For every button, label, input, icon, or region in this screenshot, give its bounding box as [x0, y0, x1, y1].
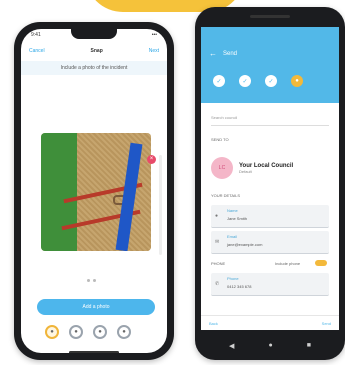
- iphone-screen: 9:41 ••• Cancel Snap Next Include a phot…: [21, 29, 167, 353]
- details-section-label: YOUR DETAILS: [211, 193, 241, 198]
- phone-toggle[interactable]: [315, 260, 327, 266]
- location-step-icon[interactable]: ●: [69, 325, 83, 339]
- page-indicator: [87, 279, 96, 282]
- step-complete-icon[interactable]: ✓: [239, 75, 251, 87]
- step-complete-icon[interactable]: ✓: [265, 75, 277, 87]
- name-field[interactable]: ● Name Jane Smith: [211, 205, 329, 228]
- phone-field[interactable]: ✆ Phone 0412 345 678: [211, 273, 329, 296]
- phone-toggle-label: Include phone: [275, 261, 301, 266]
- status-time: 9:41: [31, 32, 41, 38]
- bottom-action-bar: Back Send: [201, 315, 339, 330]
- incident-photo[interactable]: [41, 133, 151, 251]
- phone-label: Phone: [227, 276, 239, 281]
- status-icons: •••: [151, 32, 157, 38]
- ios-status-bar: 9:41 •••: [31, 32, 157, 38]
- person-icon: ●: [215, 213, 219, 219]
- council-card[interactable]: LC Your Local Council Default: [211, 155, 329, 181]
- photo-prompt-banner: Include a photo of the incident: [21, 61, 167, 75]
- email-label: Email: [227, 234, 238, 239]
- back-arrow-icon[interactable]: ←: [209, 49, 217, 58]
- send-button[interactable]: Send: [322, 321, 331, 326]
- app-bar: ← Send ✓ ✓ ✓ ●: [201, 27, 339, 103]
- camera-step-icon[interactable]: ●: [45, 325, 59, 339]
- page-dot: [93, 279, 96, 282]
- phone-icon: ✆: [215, 281, 220, 287]
- phone-value: 0412 345 678: [227, 284, 252, 289]
- nav-title: Snap: [90, 48, 103, 54]
- screen-title: Send: [223, 51, 238, 57]
- name-label: Name: [227, 208, 238, 213]
- council-avatar: LC: [211, 157, 233, 179]
- android-step-indicator: ✓ ✓ ✓ ●: [213, 75, 303, 87]
- home-indicator: [69, 351, 119, 353]
- recipient-section-label: SEND TO: [211, 137, 229, 142]
- nav-recents-icon[interactable]: ■: [307, 342, 311, 350]
- step-current-icon[interactable]: ●: [291, 75, 303, 87]
- email-field[interactable]: ✉ Email jane@example.com: [211, 231, 329, 254]
- android-speaker: [250, 15, 290, 18]
- ios-step-indicator: ● ● ● ●: [45, 325, 131, 339]
- android-device: ← Send ✓ ✓ ✓ ● Search council SEND TO LC…: [195, 7, 345, 360]
- android-screen: ← Send ✓ ✓ ✓ ● Search council SEND TO LC…: [201, 27, 339, 330]
- council-name: Your Local Council: [239, 162, 294, 169]
- photo-scrollbar[interactable]: [159, 155, 162, 255]
- council-search-input[interactable]: Search council: [211, 115, 329, 126]
- page-dot: [87, 279, 90, 282]
- nav-home-icon[interactable]: ●: [268, 342, 272, 350]
- cancel-button[interactable]: Cancel: [29, 48, 45, 54]
- name-value: Jane Smith: [227, 216, 248, 221]
- next-button[interactable]: Next: [149, 48, 159, 54]
- photo-bush: [41, 133, 77, 251]
- iphone-device: 9:41 ••• Cancel Snap Next Include a phot…: [14, 22, 174, 360]
- back-button[interactable]: Back: [209, 321, 218, 326]
- android-nav-bar: ◀ ● ■: [229, 342, 311, 350]
- email-value: jane@example.com: [227, 242, 263, 247]
- phone-section-label: PHONE: [211, 261, 226, 266]
- send-step-icon[interactable]: ●: [117, 325, 131, 339]
- ios-nav-bar: Cancel Snap Next: [21, 43, 167, 59]
- remove-photo-icon[interactable]: ×: [147, 155, 156, 164]
- details-step-icon[interactable]: ●: [93, 325, 107, 339]
- nav-back-icon[interactable]: ◀: [229, 342, 234, 350]
- email-icon: ✉: [215, 239, 220, 245]
- add-photo-button[interactable]: Add a photo: [37, 299, 155, 315]
- step-complete-icon[interactable]: ✓: [213, 75, 225, 87]
- council-subtitle: Default: [239, 168, 252, 174]
